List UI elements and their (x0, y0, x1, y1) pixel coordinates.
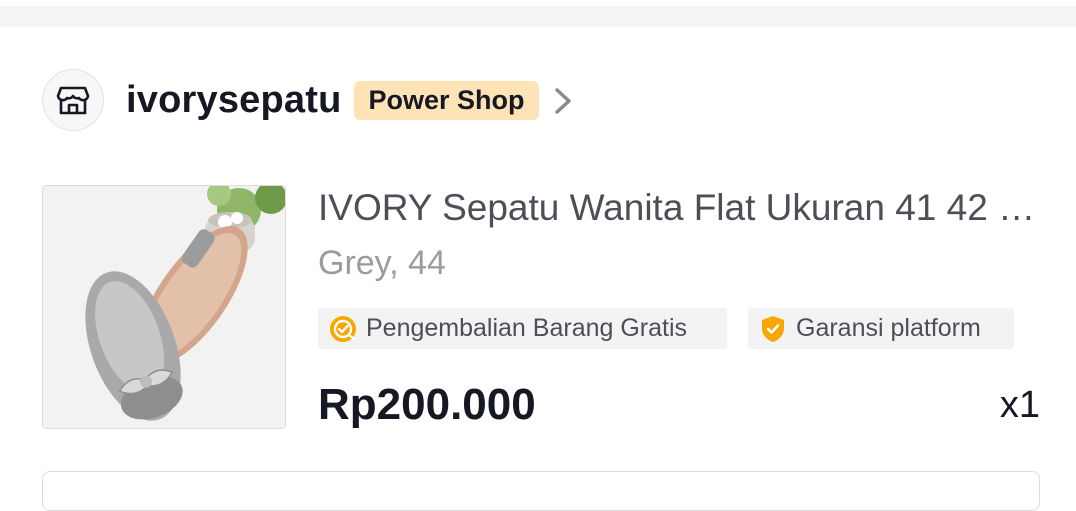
platform-guarantee-tag: Garansi platform (748, 308, 1014, 349)
chevron-right-icon[interactable] (549, 86, 577, 116)
shoe-photo (43, 186, 285, 428)
free-return-icon (330, 315, 356, 342)
free-return-tag: Pengembalian Barang Gratis (318, 308, 727, 349)
shop-avatar[interactable] (42, 69, 104, 131)
section-divider (0, 6, 1076, 27)
product-variant: Grey, 44 (318, 244, 446, 282)
platform-guarantee-label: Garansi platform (796, 314, 981, 342)
product-image[interactable] (42, 185, 286, 429)
shield-check-icon (762, 315, 784, 342)
product-title[interactable]: IVORY Sepatu Wanita Flat Ukuran 41 42 43… (318, 184, 1040, 232)
next-section-card (42, 471, 1040, 511)
shop-name[interactable]: ivorysepatu (126, 78, 342, 122)
free-return-label: Pengembalian Barang Gratis (366, 314, 688, 342)
store-icon (56, 86, 90, 115)
product-price: Rp200.000 (318, 380, 536, 429)
product-quantity: x1 (999, 384, 1040, 426)
power-shop-badge: Power Shop (354, 81, 539, 120)
